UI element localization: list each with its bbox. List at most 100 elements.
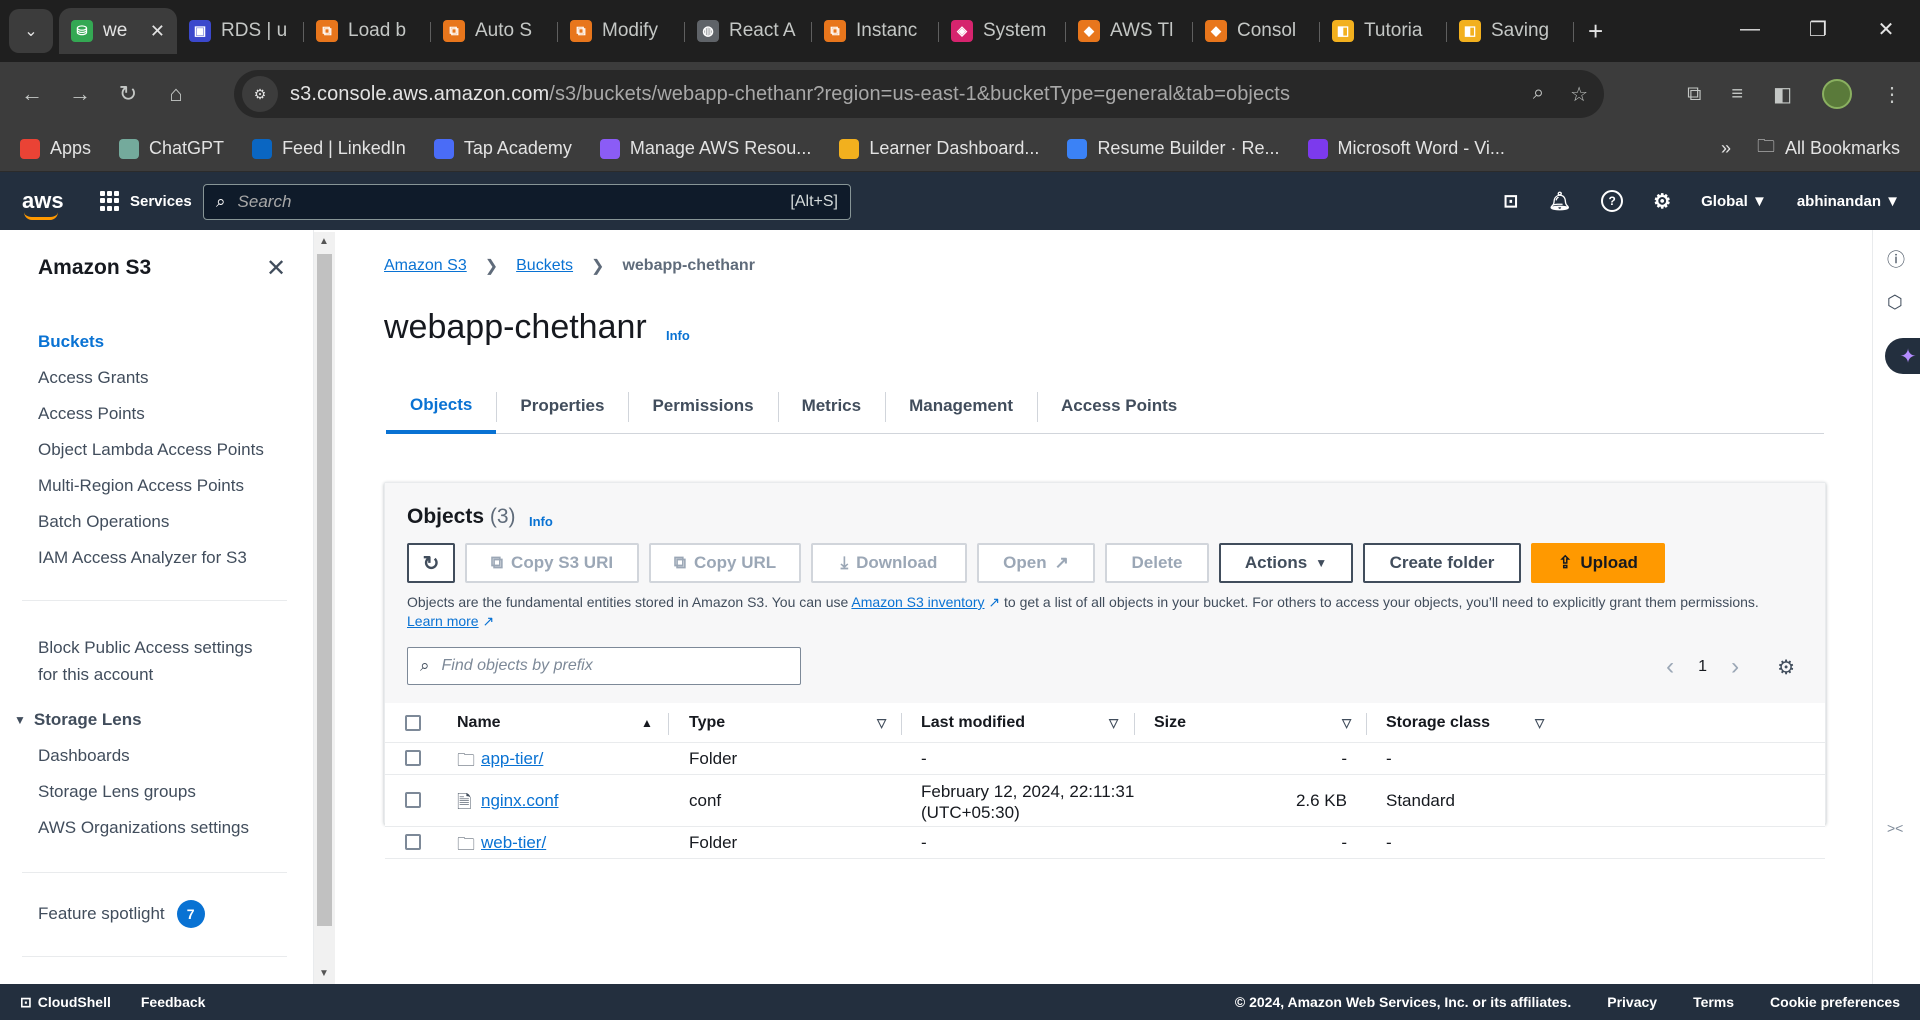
privacy-link[interactable]: Privacy	[1607, 994, 1657, 1010]
page-info-link[interactable]: Info	[666, 328, 690, 343]
sidebar-item-dashboards[interactable]: Dashboards	[38, 746, 130, 766]
scroll-up-icon[interactable]: ▲	[319, 236, 329, 247]
column-divider[interactable]	[1134, 713, 1135, 735]
browser-tab[interactable]: ◍ React A	[685, 8, 812, 54]
region-selector[interactable]: Global ▼	[1701, 193, 1767, 210]
close-tab-icon[interactable]: ✕	[150, 21, 165, 42]
browser-tab[interactable]: ◧ Tutoria	[1320, 8, 1447, 54]
aws-search-input[interactable]: ⌕ Search [Alt+S]	[203, 184, 851, 220]
terms-link[interactable]: Terms	[1693, 994, 1734, 1010]
browser-tab[interactable]: ◈ System	[939, 8, 1066, 54]
column-storage-class[interactable]: Storage class	[1386, 714, 1490, 732]
services-menu-button[interactable]: Services	[100, 191, 192, 211]
copy-s3-uri-button[interactable]: ⧉ Copy S3 URI	[465, 543, 639, 583]
table-preferences-gear-icon[interactable]: ⚙	[1777, 655, 1795, 680]
browser-tab[interactable]: ◧ Saving	[1447, 8, 1574, 54]
object-name-link[interactable]: web-tier/	[481, 833, 546, 853]
sidebar-item-block-public-access[interactable]: Block Public Access settings for this ac…	[38, 634, 252, 688]
table-row[interactable]: 🗀 web-tier/Folder - - -	[385, 827, 1825, 859]
learn-more-link[interactable]: Learn more	[407, 613, 479, 629]
account-menu[interactable]: abhinandan ▼	[1797, 193, 1900, 210]
sort-icon[interactable]: ▽	[1342, 716, 1351, 730]
column-name[interactable]: Name	[457, 714, 501, 732]
sidebar-item-feature-spotlight[interactable]: Feature spotlight 7	[38, 900, 205, 928]
address-bar[interactable]: ⚙ s3.console.aws.amazon.com/s3/buckets/w…	[234, 70, 1604, 118]
bookmark-item[interactable]: Microsoft Word - Vi...	[1307, 138, 1505, 159]
column-divider[interactable]	[901, 713, 902, 735]
row-checkbox[interactable]	[405, 792, 421, 808]
home-icon[interactable]: ⌂	[152, 81, 200, 107]
profile-avatar[interactable]	[1822, 79, 1852, 109]
hexagon-icon[interactable]: ⬡	[1887, 292, 1903, 313]
forward-arrow-icon[interactable]: →	[56, 81, 104, 107]
info-panel-icon[interactable]: ⓘ	[1887, 246, 1905, 272]
back-arrow-icon[interactable]: ←	[8, 81, 56, 107]
url-text[interactable]: s3.console.aws.amazon.com/s3/buckets/web…	[290, 83, 1290, 106]
new-tab-plus-icon[interactable]: +	[1588, 16, 1603, 47]
site-info-icon[interactable]: ⚙	[242, 76, 278, 112]
sidebar-item-storage-lens-groups[interactable]: Storage Lens groups	[38, 782, 196, 802]
table-row[interactable]: 🗎 nginx.conf conf February 12, 2024, 22:11:…	[385, 775, 1825, 827]
browser-tab[interactable]: ⧉ Instanc	[812, 8, 939, 54]
browser-menu-icon[interactable]: ⋮	[1882, 82, 1902, 107]
sort-icon[interactable]: ▽	[1535, 716, 1544, 730]
media-controls-icon[interactable]: ≡	[1731, 83, 1743, 106]
bookmark-item[interactable]: Manage AWS Resou...	[599, 138, 811, 159]
browser-tab[interactable]: ⛁ we ✕	[59, 8, 177, 54]
storage-lens-section[interactable]: ▼ Storage Lens	[14, 710, 142, 730]
cloudshell-button[interactable]: ⊡ CloudShell	[20, 994, 111, 1011]
select-all-checkbox[interactable]	[405, 714, 421, 731]
sidebar-item-access-points[interactable]: Access Points	[38, 404, 145, 424]
row-checkbox[interactable]	[405, 834, 421, 850]
extensions-icon[interactable]: ⧉	[1687, 83, 1701, 106]
side-panel-icon[interactable]: ◧	[1773, 82, 1792, 107]
bookmark-item[interactable]: Learner Dashboard...	[839, 138, 1039, 159]
find-objects-filter[interactable]: ⌕	[407, 647, 801, 685]
column-divider[interactable]	[1366, 713, 1367, 735]
tab-access-points[interactable]: Access Points	[1037, 380, 1201, 432]
browser-tab[interactable]: ▣ RDS | u	[177, 8, 304, 54]
notifications-bell-icon[interactable]: 🔔︎	[1548, 191, 1571, 212]
objects-info-link[interactable]: Info	[529, 514, 553, 529]
column-last-modified[interactable]: Last modified	[921, 714, 1025, 732]
aws-logo[interactable]: aws	[22, 188, 64, 220]
sidebar-item-access-grants[interactable]: Access Grants	[38, 368, 149, 388]
browser-tab[interactable]: ◆ Consol	[1193, 8, 1320, 54]
column-divider[interactable]	[668, 713, 669, 735]
scrollbar-thumb[interactable]	[317, 254, 332, 926]
minimize-icon[interactable]: —	[1716, 0, 1784, 58]
bookmark-item[interactable]: ChatGPT	[119, 138, 224, 159]
column-type[interactable]: Type	[689, 714, 725, 732]
restore-icon[interactable]: ❐	[1784, 0, 1852, 58]
bookmark-star-icon[interactable]: ☆	[1570, 82, 1588, 107]
sidebar-scrollbar[interactable]: ▲ ▼	[314, 232, 335, 984]
sort-icon[interactable]: ▽	[1109, 716, 1118, 730]
create-folder-button[interactable]: Create folder	[1363, 543, 1521, 583]
column-size[interactable]: Size	[1154, 714, 1186, 732]
bookmark-item[interactable]: Feed | LinkedIn	[252, 138, 406, 159]
tab-permissions[interactable]: Permissions	[628, 380, 777, 432]
scroll-down-icon[interactable]: ▼	[319, 968, 329, 979]
bookmark-item[interactable]: Resume Builder · Re...	[1067, 138, 1280, 159]
tab-properties[interactable]: Properties	[496, 380, 628, 432]
bookmark-item[interactable]: Apps	[20, 138, 91, 159]
cookie-preferences-link[interactable]: Cookie preferences	[1770, 994, 1900, 1010]
bookmark-item[interactable]: Tap Academy	[433, 138, 572, 159]
tab-objects[interactable]: Objects	[386, 380, 497, 434]
object-name-link[interactable]: nginx.conf	[481, 791, 559, 811]
delete-button[interactable]: Delete	[1105, 543, 1209, 583]
bookmarks-overflow-icon[interactable]: »	[1721, 138, 1731, 159]
upload-button[interactable]: ⇪ Upload	[1531, 543, 1665, 583]
reload-icon[interactable]: ↻	[104, 81, 152, 107]
tab-search-chevron-icon[interactable]: ⌄	[9, 9, 53, 53]
object-name-link[interactable]: app-tier/	[481, 749, 543, 769]
browser-tab[interactable]: ⧉ Load b	[304, 8, 431, 54]
browser-tab[interactable]: ⧉ Modify	[558, 8, 685, 54]
close-window-icon[interactable]: ✕	[1852, 0, 1920, 58]
browser-tab[interactable]: ⧉ Auto S	[431, 8, 558, 54]
tab-metrics[interactable]: Metrics	[777, 380, 886, 432]
sort-icon[interactable]: ▽	[877, 716, 886, 730]
open-button[interactable]: Open ↗	[977, 543, 1095, 583]
feedback-link[interactable]: Feedback	[141, 994, 206, 1010]
close-sidebar-icon[interactable]: ✕	[266, 254, 286, 283]
